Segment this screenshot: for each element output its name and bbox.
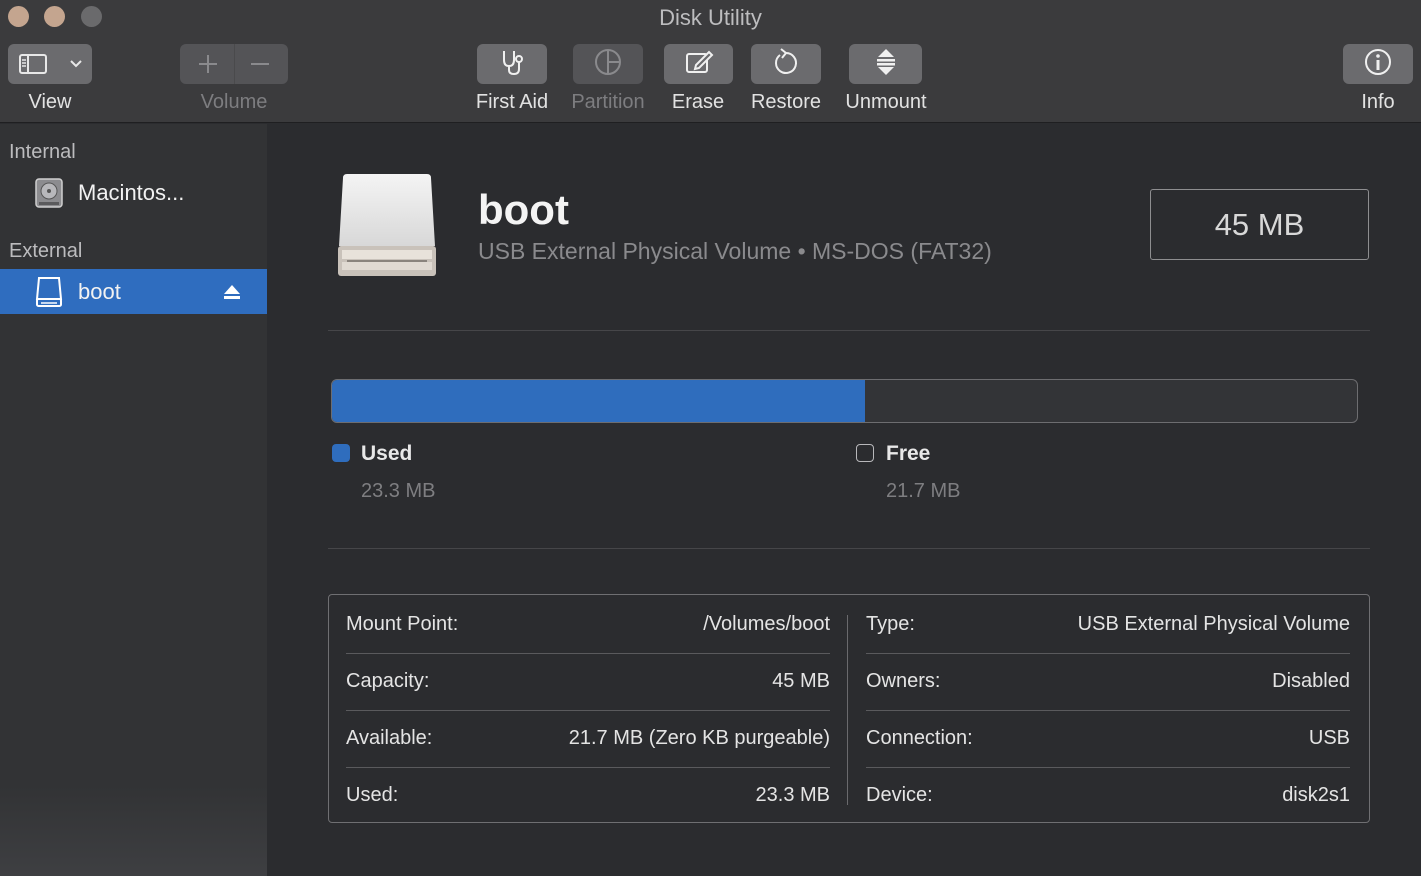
unmount-icon [873, 47, 899, 82]
info-button[interactable] [1343, 44, 1413, 84]
detail-label: Device: [866, 784, 933, 806]
detail-value: 45 MB [772, 670, 830, 692]
used-swatch [332, 444, 350, 462]
detail-label: Type: [866, 613, 915, 635]
detail-row-mount-point: Mount Point: /Volumes/boot [346, 596, 830, 653]
partition-button[interactable] [573, 44, 643, 84]
detail-value: disk2s1 [1282, 784, 1350, 806]
sidebar-item-label: Macintos... [78, 179, 185, 205]
segment-divider [234, 44, 235, 84]
detail-row-owners: Owners: Disabled [866, 653, 1350, 710]
detail-value: USB External Physical Volume [1077, 613, 1350, 635]
eject-icon[interactable] [222, 282, 242, 302]
usage-bar-used [332, 380, 865, 422]
volume-label: Volume [200, 91, 268, 113]
detail-label: Connection: [866, 727, 973, 749]
view-label: View [28, 91, 72, 113]
info-label: Info [1361, 91, 1395, 113]
detail-value: Disabled [1272, 670, 1350, 692]
restore-label: Restore [750, 91, 822, 113]
partition-pie-icon [593, 47, 623, 82]
detail-value: USB [1308, 727, 1350, 749]
window-title: Disk Utility [659, 5, 762, 30]
partition-label: Partition [571, 91, 645, 113]
free-value: 21.7 MB [886, 480, 961, 502]
detail-value: /Volumes/boot [703, 613, 830, 635]
detail-value: 21.7 MB (Zero KB purgeable) [568, 727, 830, 749]
stethoscope-icon [497, 48, 527, 81]
volume-subtitle: USB External Physical Volume • MS-DOS (F… [478, 238, 992, 264]
restore-button[interactable] [751, 44, 821, 84]
sidebar-header-external: External [9, 240, 83, 262]
divider [328, 548, 1370, 549]
free-label: Free [886, 442, 931, 465]
sidebar-item-label: boot [78, 278, 121, 304]
first-aid-label: First Aid [475, 91, 549, 113]
sidebar-toggle-icon [18, 52, 48, 81]
restore-arrow-icon [772, 47, 800, 82]
main-panel: boot USB External Physical Volume • MS-D… [267, 124, 1421, 876]
column-separator [847, 615, 848, 805]
usage-bar [331, 379, 1358, 423]
detail-label: Used: [346, 784, 399, 806]
sidebar-item-boot[interactable]: boot [0, 269, 268, 314]
view-button[interactable] [8, 44, 92, 84]
detail-value: 23.3 MB [755, 784, 830, 806]
external-drive-icon [33, 276, 65, 308]
used-label: Used [361, 442, 413, 465]
add-volume-icon[interactable] [196, 52, 220, 81]
internal-disk-icon [33, 177, 65, 209]
divider [328, 330, 1370, 331]
volume-name: boot [478, 186, 569, 233]
unmount-label: Unmount [845, 91, 927, 113]
sidebar-header-internal: Internal [9, 141, 76, 163]
sidebar-fade [0, 786, 267, 876]
details-table: Mount Point: /Volumes/boot Capacity: 45 … [328, 594, 1370, 823]
detail-row-connection: Connection: USB [866, 710, 1350, 767]
detail-row-type: Type: USB External Physical Volume [866, 596, 1350, 653]
volume-size: 45 MB [1150, 189, 1369, 260]
detail-row-capacity: Capacity: 45 MB [346, 653, 830, 710]
unmount-button[interactable] [849, 44, 922, 84]
sidebar-item-macintosh-hd[interactable]: Macintos... [0, 170, 268, 215]
detail-row-device: Device: disk2s1 [866, 767, 1350, 824]
detail-row-available: Available: 21.7 MB (Zero KB purgeable) [346, 710, 830, 767]
remove-volume-icon[interactable] [248, 52, 272, 81]
volume-segmented-control [180, 44, 288, 84]
detail-label: Available: [346, 727, 433, 749]
sidebar: Internal Macintos... External boot [0, 124, 268, 876]
detail-label: Owners: [866, 670, 941, 692]
toolbar: Disk Utility View Volume First Aid Parti… [0, 0, 1421, 123]
pencil-icon [684, 48, 714, 81]
usb-drive-icon [337, 172, 437, 278]
info-icon [1363, 47, 1393, 82]
used-value: 23.3 MB [361, 480, 436, 502]
detail-label: Capacity: [346, 670, 430, 692]
first-aid-button[interactable] [477, 44, 547, 84]
chevron-down-icon [68, 56, 84, 77]
erase-button[interactable] [664, 44, 733, 84]
erase-label: Erase [671, 91, 725, 113]
free-swatch [856, 444, 874, 462]
detail-label: Mount Point: [346, 613, 459, 635]
detail-row-used: Used: 23.3 MB [346, 767, 830, 824]
